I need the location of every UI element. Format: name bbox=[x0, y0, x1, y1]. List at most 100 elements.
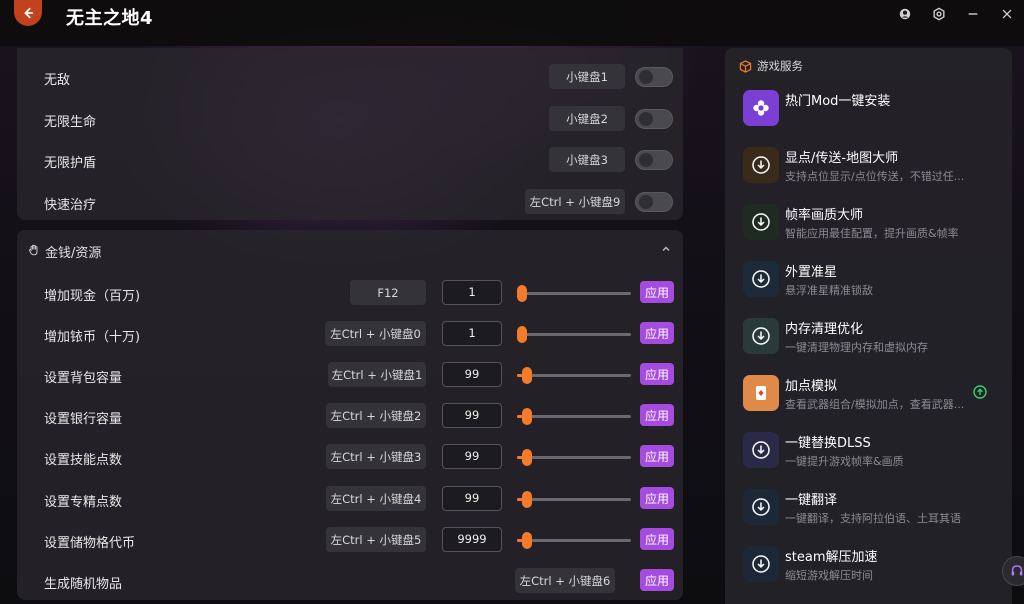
apply-button[interactable]: 应用 bbox=[640, 363, 674, 385]
service-desc: 智能应用最佳配置，提升画质&帧率 bbox=[785, 227, 959, 240]
slider-track bbox=[517, 456, 631, 459]
hotkey-chip[interactable]: 左Ctrl + 小键盘6 bbox=[515, 568, 615, 593]
slider-thumb[interactable] bbox=[522, 491, 532, 508]
value-input[interactable]: 99 bbox=[442, 486, 502, 511]
user-icon bbox=[899, 8, 911, 20]
slider-thumb[interactable] bbox=[522, 449, 532, 466]
hotkey-chip[interactable]: 小键盘3 bbox=[549, 147, 625, 172]
slider-track bbox=[517, 498, 631, 501]
service-item[interactable]: steam解压加速 缩短游戏解压时间 bbox=[743, 546, 1003, 586]
service-title: 显点/传送-地图大师 bbox=[785, 151, 899, 166]
service-item[interactable]: 加点模拟 查看武器组合/模拟加点，查看武器... bbox=[743, 375, 1003, 415]
slider-track bbox=[517, 415, 631, 418]
service-item[interactable]: 一键翻译 一键翻译，支持阿拉伯语、土耳其语 bbox=[743, 489, 1003, 529]
cheat-toggle-panel: 无敌 小键盘1 无限生命 小键盘2 无限护盾 小键盘3 快速治疗 左Ctrl +… bbox=[17, 48, 683, 220]
title-bar: 无主之地4 bbox=[0, 0, 1024, 46]
slider-track bbox=[517, 292, 631, 295]
service-item[interactable]: 热门Mod一键安装 bbox=[743, 90, 1003, 130]
cheat-label: 无敌 bbox=[44, 73, 71, 88]
apply-button[interactable]: 应用 bbox=[640, 281, 674, 303]
apply-button[interactable]: 应用 bbox=[640, 528, 674, 550]
service-item[interactable]: 一键替换DLSS 一键提升游戏帧率&画质 bbox=[743, 432, 1003, 472]
resource-label: 设置技能点数 bbox=[44, 453, 123, 468]
slider-thumb[interactable] bbox=[522, 532, 532, 549]
resource-label: 设置专精点数 bbox=[44, 495, 123, 510]
service-item[interactable]: 内存清理优化 一键清理物理内存和虚拟内存 bbox=[743, 318, 1003, 358]
minimize-icon bbox=[968, 13, 978, 15]
value-slider[interactable] bbox=[517, 491, 631, 508]
apply-button[interactable]: 应用 bbox=[640, 487, 674, 509]
value-input[interactable]: 1 bbox=[442, 321, 502, 346]
value-slider[interactable] bbox=[517, 285, 631, 302]
hotkey-chip[interactable]: 左Ctrl + 小键盘2 bbox=[326, 403, 426, 428]
close-button[interactable] bbox=[990, 0, 1024, 28]
slider-thumb[interactable] bbox=[522, 408, 532, 425]
apply-button[interactable]: 应用 bbox=[640, 569, 674, 591]
apply-button[interactable]: 应用 bbox=[640, 404, 674, 426]
toggle-switch[interactable] bbox=[635, 67, 673, 87]
toggle-switch[interactable] bbox=[635, 109, 673, 129]
money-resources-panel: 金钱/资源 增加现金（百万) F12 1 应用 增加铱币（十万) 左Ctrl +… bbox=[17, 230, 683, 600]
service-title: 内存清理优化 bbox=[785, 322, 864, 337]
value-input[interactable]: 99 bbox=[442, 444, 502, 469]
value-input[interactable]: 9999 bbox=[442, 527, 502, 552]
hotkey-chip[interactable]: 左Ctrl + 小键盘0 bbox=[325, 321, 426, 346]
resource-label: 设置背包容量 bbox=[44, 371, 123, 386]
hotkey-chip[interactable]: 小键盘1 bbox=[549, 64, 625, 89]
service-icon bbox=[743, 432, 779, 468]
value-slider[interactable] bbox=[517, 532, 631, 549]
hotkey-chip[interactable]: 左Ctrl + 小键盘3 bbox=[326, 444, 426, 469]
headset-icon bbox=[1011, 565, 1023, 576]
hotkey-chip[interactable]: 左Ctrl + 小键盘5 bbox=[326, 527, 426, 552]
slider-track bbox=[517, 333, 631, 336]
slider-thumb[interactable] bbox=[522, 367, 532, 384]
download-icon bbox=[752, 441, 770, 459]
resource-label: 设置储物格代币 bbox=[44, 536, 136, 551]
value-slider[interactable] bbox=[517, 449, 631, 466]
slider-thumb[interactable] bbox=[517, 326, 527, 343]
hotkey-chip[interactable]: 左Ctrl + 小键盘9 bbox=[525, 189, 625, 214]
slider-thumb[interactable] bbox=[517, 285, 527, 302]
upgrade-icon[interactable] bbox=[973, 385, 987, 399]
value-slider[interactable] bbox=[517, 408, 631, 425]
toggle-switch[interactable] bbox=[635, 150, 673, 170]
service-desc: 一键翻译，支持阿拉伯语、土耳其语 bbox=[785, 512, 961, 525]
download-icon bbox=[752, 555, 770, 573]
service-item[interactable]: 外置准星 悬浮准星精准锁敌 bbox=[743, 261, 1003, 301]
download-icon bbox=[752, 213, 770, 231]
service-desc: 悬浮准星精准锁敌 bbox=[785, 284, 873, 297]
resource-label: 生成随机物品 bbox=[44, 577, 123, 592]
minimize-button[interactable] bbox=[956, 0, 990, 28]
hotkey-chip[interactable]: 左Ctrl + 小键盘1 bbox=[328, 362, 426, 387]
gear-icon bbox=[933, 7, 945, 21]
section-header[interactable]: 金钱/资源 bbox=[17, 230, 683, 270]
close-icon bbox=[1002, 9, 1012, 19]
value-input[interactable]: 1 bbox=[442, 280, 502, 305]
hotkey-chip[interactable]: F12 bbox=[350, 280, 426, 305]
apply-button[interactable]: 应用 bbox=[640, 322, 674, 344]
support-button[interactable] bbox=[1002, 556, 1024, 586]
account-button[interactable] bbox=[888, 0, 922, 28]
resource-row: 设置储物格代币 左Ctrl + 小键盘5 9999 应用 bbox=[17, 525, 683, 555]
toggle-switch[interactable] bbox=[635, 192, 673, 212]
slider-track bbox=[517, 374, 631, 377]
value-input[interactable]: 99 bbox=[442, 403, 502, 428]
value-slider[interactable] bbox=[517, 367, 631, 384]
resource-row: 增加现金（百万) F12 1 应用 bbox=[17, 278, 683, 308]
value-slider[interactable] bbox=[517, 326, 631, 343]
hotkey-chip[interactable]: 小键盘2 bbox=[549, 106, 625, 131]
settings-button[interactable] bbox=[922, 0, 956, 28]
hotkey-chip[interactable]: 左Ctrl + 小键盘4 bbox=[326, 486, 426, 511]
service-desc: 一键清理物理内存和虚拟内存 bbox=[785, 341, 928, 354]
flower-icon bbox=[753, 100, 769, 116]
service-item[interactable]: 帧率画质大师 智能应用最佳配置，提升画质&帧率 bbox=[743, 204, 1003, 244]
chevron-up-icon[interactable] bbox=[660, 243, 672, 255]
apply-button[interactable]: 应用 bbox=[640, 445, 674, 467]
service-icon bbox=[743, 318, 779, 354]
value-input[interactable]: 99 bbox=[442, 362, 502, 387]
service-icon bbox=[743, 204, 779, 240]
back-button[interactable] bbox=[14, 0, 42, 26]
service-item[interactable]: 显点/传送-地图大师 支持点位显示/点位传送，不错过任... bbox=[743, 147, 1003, 187]
service-icon bbox=[743, 546, 779, 582]
app-title: 无主之地4 bbox=[66, 8, 154, 29]
